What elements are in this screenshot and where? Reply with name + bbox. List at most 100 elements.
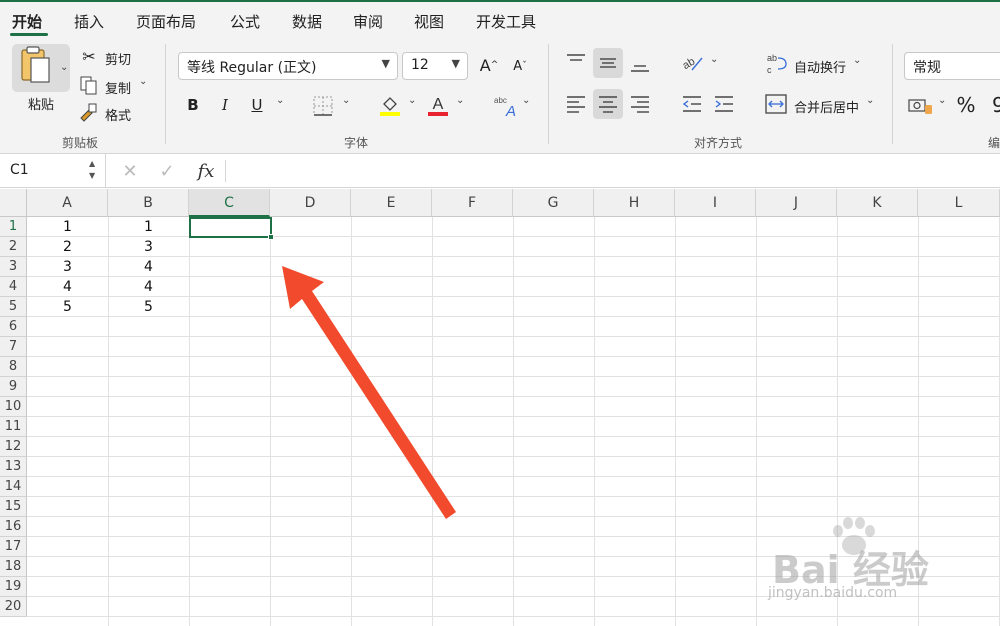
tab-review[interactable]: 审阅 bbox=[353, 11, 383, 32]
phonetic-chevron-down-icon[interactable]: ⌄ bbox=[522, 95, 530, 106]
tab-insert[interactable]: 插入 bbox=[74, 11, 104, 32]
decrease-font-size-icon[interactable]: Aˇ bbox=[510, 56, 530, 76]
formula-input[interactable] bbox=[232, 160, 992, 182]
tab-data[interactable]: 数据 bbox=[292, 11, 322, 32]
row-header-20[interactable]: 20 bbox=[0, 597, 27, 617]
format-painter-label[interactable]: 格式 bbox=[105, 105, 131, 124]
row-header-6[interactable]: 6 bbox=[0, 317, 27, 337]
column-header-b[interactable]: B bbox=[108, 189, 189, 217]
insert-function-fx-icon[interactable]: fx bbox=[193, 159, 219, 183]
align-top-icon[interactable] bbox=[564, 50, 588, 74]
orientation-icon[interactable]: ab bbox=[680, 52, 704, 74]
cell-b5[interactable]: 5 bbox=[108, 297, 189, 317]
cell-b1[interactable]: 1 bbox=[108, 217, 189, 237]
accounting-format-icon[interactable] bbox=[908, 96, 934, 116]
underline-chevron-down-icon[interactable]: ⌄ bbox=[276, 95, 284, 106]
bold-icon[interactable]: B bbox=[183, 94, 203, 116]
comma-style-icon[interactable]: 9 bbox=[992, 93, 1000, 117]
column-header-h[interactable]: H bbox=[594, 189, 675, 217]
tab-page-layout[interactable]: 页面布局 bbox=[136, 11, 196, 32]
row-header-18[interactable]: 18 bbox=[0, 557, 27, 577]
row-header-3[interactable]: 3 bbox=[0, 257, 27, 277]
accounting-chevron-down-icon[interactable]: ⌄ bbox=[938, 95, 946, 106]
row-header-19[interactable]: 19 bbox=[0, 577, 27, 597]
name-box-stepper-icon[interactable]: ▲ ▼ bbox=[89, 158, 95, 182]
merge-center-chevron-down-icon[interactable]: ⌄ bbox=[866, 95, 874, 106]
borders-chevron-down-icon[interactable]: ⌄ bbox=[342, 95, 350, 106]
wrap-text-label[interactable]: 自动换行 bbox=[794, 57, 846, 76]
font-name-dropdown[interactable]: 等线 Regular (正文) ▼ bbox=[178, 52, 398, 80]
column-header-g[interactable]: G bbox=[513, 189, 594, 217]
column-header-a[interactable]: A bbox=[27, 189, 108, 217]
font-size-dropdown[interactable]: 12 ▼ bbox=[402, 52, 468, 80]
align-center-button[interactable] bbox=[593, 89, 623, 119]
percent-icon[interactable]: % bbox=[955, 93, 977, 117]
borders-icon[interactable] bbox=[313, 96, 333, 116]
increase-indent-icon[interactable] bbox=[712, 92, 736, 116]
merge-center-label[interactable]: 合并后居中 bbox=[794, 97, 859, 116]
decrease-indent-icon[interactable] bbox=[680, 92, 704, 116]
fill-color-chevron-down-icon[interactable]: ⌄ bbox=[408, 95, 416, 106]
row-header-13[interactable]: 13 bbox=[0, 457, 27, 477]
row-header-12[interactable]: 12 bbox=[0, 437, 27, 457]
cell-a5[interactable]: 5 bbox=[27, 297, 108, 317]
italic-icon[interactable]: I bbox=[215, 94, 235, 116]
wrap-text-chevron-down-icon[interactable]: ⌄ bbox=[853, 55, 861, 66]
row-header-15[interactable]: 15 bbox=[0, 497, 27, 517]
cell-a3[interactable]: 3 bbox=[27, 257, 108, 277]
confirm-check-icon[interactable]: ✓ bbox=[157, 160, 177, 182]
copy-icon[interactable] bbox=[80, 76, 98, 96]
align-right-icon[interactable] bbox=[628, 92, 652, 116]
column-header-i[interactable]: I bbox=[675, 189, 756, 217]
underline-icon[interactable]: U bbox=[247, 94, 267, 116]
copy-label[interactable]: 复制 bbox=[105, 78, 131, 97]
tab-home[interactable]: 开始 bbox=[12, 11, 42, 32]
cancel-icon[interactable]: ✕ bbox=[120, 160, 140, 182]
row-header-9[interactable]: 9 bbox=[0, 377, 27, 397]
row-header-10[interactable]: 10 bbox=[0, 397, 27, 417]
column-header-f[interactable]: F bbox=[432, 189, 513, 217]
cell-a4[interactable]: 4 bbox=[27, 277, 108, 297]
column-header-c[interactable]: C bbox=[189, 189, 270, 217]
row-header-5[interactable]: 5 bbox=[0, 297, 27, 317]
row-header-2[interactable]: 2 bbox=[0, 237, 27, 257]
cell-b4[interactable]: 4 bbox=[108, 277, 189, 297]
merge-center-icon[interactable] bbox=[765, 94, 787, 114]
cell-a1[interactable]: 1 bbox=[27, 217, 108, 237]
column-header-d[interactable]: D bbox=[270, 189, 351, 217]
row-header-8[interactable]: 8 bbox=[0, 357, 27, 377]
row-header-17[interactable]: 17 bbox=[0, 537, 27, 557]
number-format-dropdown[interactable]: 常规 bbox=[904, 52, 1000, 80]
fill-handle[interactable] bbox=[268, 234, 274, 240]
cell-a2[interactable]: 2 bbox=[27, 237, 108, 257]
column-header-e[interactable]: E bbox=[351, 189, 432, 217]
align-bottom-icon[interactable] bbox=[628, 52, 652, 76]
tab-view[interactable]: 视图 bbox=[414, 11, 444, 32]
row-header-16[interactable]: 16 bbox=[0, 517, 27, 537]
fill-color-icon[interactable] bbox=[379, 94, 401, 116]
format-painter-icon[interactable] bbox=[78, 102, 98, 122]
cut-label[interactable]: 剪切 bbox=[105, 49, 131, 68]
selected-cell-outline[interactable] bbox=[189, 217, 272, 238]
row-header-7[interactable]: 7 bbox=[0, 337, 27, 357]
select-all-corner[interactable] bbox=[0, 189, 27, 217]
wrap-text-icon[interactable]: ab c bbox=[766, 52, 788, 76]
scissors-icon[interactable]: ✂ bbox=[80, 46, 98, 66]
orientation-chevron-down-icon[interactable]: ⌄ bbox=[710, 54, 718, 65]
column-header-l[interactable]: L bbox=[918, 189, 1000, 217]
cell-b2[interactable]: 3 bbox=[108, 237, 189, 257]
phonetic-guide-icon[interactable]: abc A bbox=[492, 94, 518, 118]
paste-chevron-down-icon[interactable]: ⌄ bbox=[60, 62, 68, 73]
name-box[interactable]: C1 ▲ ▼ bbox=[0, 154, 106, 188]
row-header-11[interactable]: 11 bbox=[0, 417, 27, 437]
align-left-icon[interactable] bbox=[564, 92, 588, 116]
font-color-icon[interactable]: A bbox=[427, 94, 449, 116]
copy-chevron-down-icon[interactable]: ⌄ bbox=[139, 76, 147, 87]
tab-formulas[interactable]: 公式 bbox=[230, 11, 260, 32]
row-header-14[interactable]: 14 bbox=[0, 477, 27, 497]
cell-b3[interactable]: 4 bbox=[108, 257, 189, 277]
font-color-chevron-down-icon[interactable]: ⌄ bbox=[456, 95, 464, 106]
row-header-4[interactable]: 4 bbox=[0, 277, 27, 297]
column-header-j[interactable]: J bbox=[756, 189, 837, 217]
align-middle-button[interactable] bbox=[593, 48, 623, 78]
